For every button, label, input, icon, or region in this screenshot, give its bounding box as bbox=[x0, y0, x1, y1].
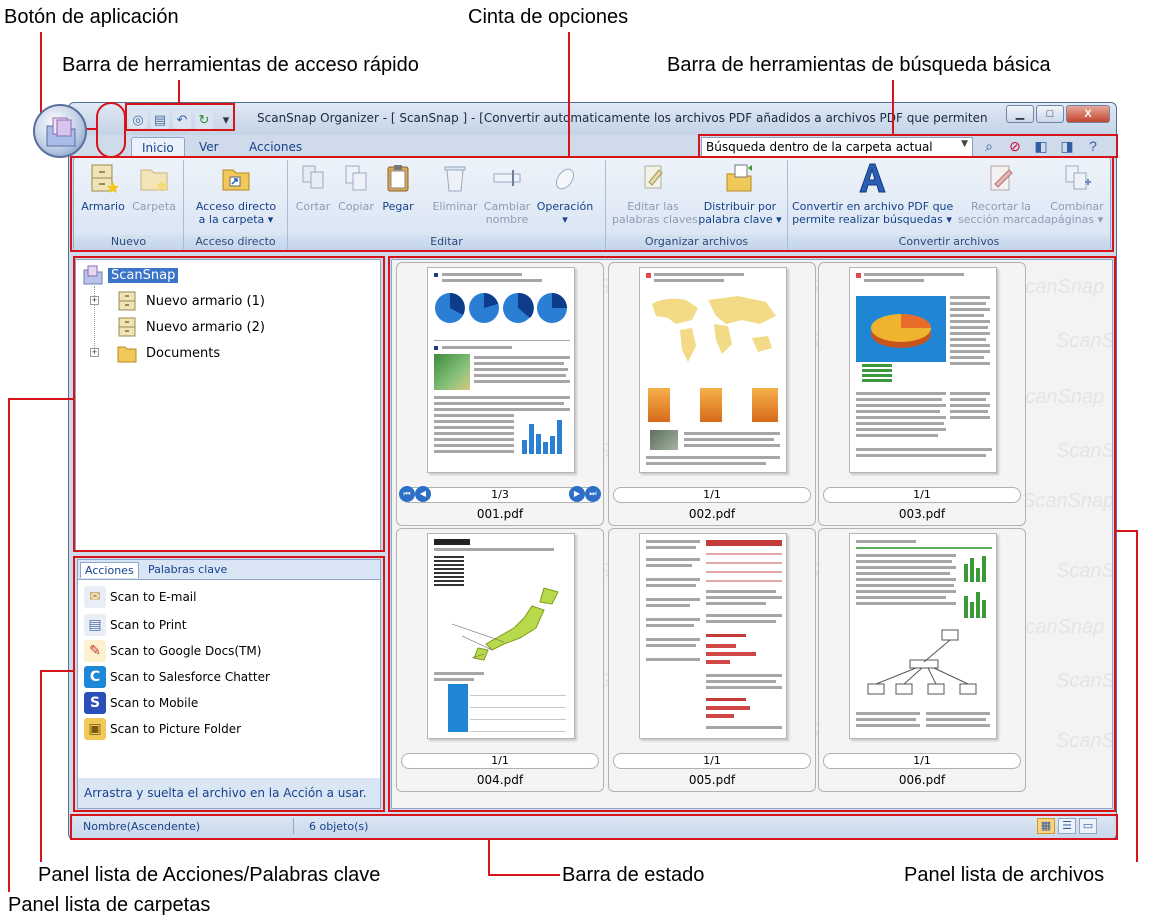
close-button[interactable]: X bbox=[1066, 105, 1110, 123]
tab-acciones[interactable]: Acciones bbox=[239, 137, 312, 157]
folder-panel-frame bbox=[73, 256, 385, 552]
status-bar-frame bbox=[70, 814, 1118, 840]
minimize-button[interactable]: ▁ bbox=[1006, 105, 1034, 123]
file-panel-frame bbox=[388, 256, 1116, 812]
scansnap-app-icon bbox=[46, 117, 76, 147]
leader-line bbox=[892, 80, 894, 134]
leader-line bbox=[8, 398, 73, 400]
app-button-frame bbox=[96, 102, 126, 158]
search-frame bbox=[698, 134, 1118, 158]
callout-app-button: Botón de aplicación bbox=[4, 6, 179, 28]
tab-inicio[interactable]: Inicio bbox=[131, 137, 185, 157]
maximize-button[interactable]: □ bbox=[1036, 105, 1064, 123]
leader-line bbox=[40, 670, 73, 672]
leader-line bbox=[1116, 530, 1138, 532]
leader-line bbox=[1136, 530, 1138, 862]
callout-folder-panel: Panel lista de carpetas bbox=[8, 894, 211, 916]
callout-ribbon: Cinta de opciones bbox=[468, 6, 629, 28]
leader-line bbox=[40, 670, 42, 862]
callout-actions-panel: Panel lista de Acciones/Palabras clave bbox=[38, 864, 381, 886]
window-title: ScanSnap Organizer - [ ScanSnap ] - [Con… bbox=[257, 111, 992, 125]
qat-frame bbox=[125, 103, 235, 131]
ribbon-frame bbox=[70, 156, 1114, 252]
leader-line bbox=[488, 874, 560, 876]
callout-qat: Barra de herramientas de acceso rápido bbox=[62, 54, 419, 76]
leader-line bbox=[568, 32, 570, 156]
window-controls: ▁ □ X bbox=[1006, 105, 1110, 123]
leader-line bbox=[8, 398, 10, 892]
tab-ver[interactable]: Ver bbox=[189, 137, 229, 157]
callout-status-bar: Barra de estado bbox=[562, 864, 705, 886]
actions-panel-frame bbox=[73, 556, 385, 812]
callout-basic-search: Barra de herramientas de búsqueda básica bbox=[667, 54, 1051, 76]
leader-line bbox=[488, 840, 490, 876]
callout-file-panel: Panel lista de archivos bbox=[904, 864, 1105, 886]
application-button[interactable] bbox=[33, 104, 87, 158]
leader-line bbox=[178, 80, 180, 104]
